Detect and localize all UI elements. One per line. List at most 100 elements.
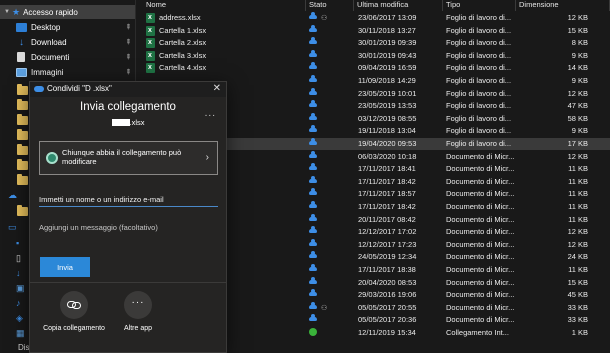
cloud-icon (309, 138, 317, 145)
file-row[interactable]: Cartella 1.xlsx 30/11/2018 13:27 Foglio di… (137, 24, 610, 37)
size-cell: 12 KB (567, 227, 588, 237)
cloud-icon (309, 112, 317, 120)
size-cell: 33 KB (567, 302, 588, 312)
column-headers: Nome Stato Ultima modifica Tipo Dimensio… (137, 0, 610, 11)
type-cell: Foglio di lavoro di... (446, 113, 512, 123)
file-name: Cartella 2.xlsx (159, 38, 207, 48)
modified-cell: 05/05/2017 20:55 (358, 302, 417, 312)
file-name-cell[interactable]: Cartella 4.xlsx (146, 62, 306, 74)
modified-cell: 17/11/2017 18:41 (358, 164, 416, 174)
computer-icon[interactable]: ▭ (8, 222, 17, 233)
send-button[interactable]: Invia (40, 257, 90, 277)
column-header-name[interactable]: Nome (143, 0, 306, 11)
size-cell: 24 KB (567, 252, 588, 262)
pin-icon[interactable]: ✎ (123, 67, 133, 77)
modified-cell: 12/11/2019 15:34 (358, 328, 416, 337)
desktop-icon[interactable]: ▪ (16, 238, 19, 248)
other-apps-button[interactable]: ··· Altre app (103, 291, 173, 332)
type-cell: Foglio di lavoro di... (446, 63, 512, 73)
modified-cell: 20/04/2020 08:53 (358, 277, 417, 287)
sync-status-cell (309, 49, 349, 62)
modified-cell: 23/05/2019 13:53 (358, 101, 417, 111)
nav-quick-access[interactable]: ▼ ★ Accesso rapido (0, 5, 135, 19)
modified-cell: 24/05/2019 12:34 (358, 252, 417, 262)
sync-status-cell (309, 327, 349, 339)
more-options-icon[interactable]: ... (205, 108, 216, 119)
modified-cell: 06/03/2020 10:18 (358, 151, 417, 161)
size-cell: 11 KB (568, 214, 588, 224)
folder-icon[interactable] (17, 144, 28, 155)
sync-status-cell (309, 100, 349, 112)
column-header-type[interactable]: Tipo (443, 0, 516, 11)
file-name: Cartella 3.xlsx (159, 50, 207, 60)
size-cell: 47 KB (567, 101, 588, 111)
column-header-modified[interactable]: Ultima modifica (354, 0, 443, 11)
folder-icon[interactable] (17, 174, 28, 185)
pictures-icon[interactable]: ▣ (16, 283, 25, 294)
type-cell: Documento di Micr... (446, 227, 514, 237)
nav-item-pictures[interactable]: Immagini ✎ (0, 65, 135, 79)
modified-cell: 23/06/2017 13:09 (358, 13, 417, 22)
file-row[interactable]: Cartella 4.xlsx 09/04/2019 16:59 Foglio di… (137, 62, 610, 74)
nav-item-download[interactable]: ↓ Download ✎ (0, 35, 135, 49)
music-icon[interactable]: ♪ (16, 298, 21, 308)
column-header-state[interactable]: Stato (306, 0, 354, 11)
cloud-icon (309, 49, 317, 57)
type-cell: Documento di Micr... (446, 252, 514, 262)
link-settings-button[interactable]: Chiunque abbia il collegamento può modif… (39, 141, 218, 175)
download-icon: ↓ (19, 36, 24, 48)
videos-icon[interactable]: ▦ (16, 328, 25, 339)
modified-cell: 12/12/2017 17:02 (358, 227, 417, 237)
sync-status-cell (309, 314, 349, 326)
file-name-cell[interactable]: address.xlsx (146, 12, 306, 24)
type-cell: Documento di Micr... (446, 151, 514, 161)
folder-icon[interactable] (17, 84, 28, 95)
modified-cell: 17/11/2017 18:42 (358, 176, 416, 186)
download-icon[interactable]: ↓ (16, 268, 21, 278)
copy-link-button[interactable]: Copia collegamento (39, 291, 109, 332)
file-row[interactable]: Cartella 2.xlsx 30/01/2019 09:39 Foglio di… (137, 37, 610, 49)
modified-cell: 29/03/2016 19:06 (358, 290, 417, 300)
nav-item-documents[interactable]: Documenti ✎ (0, 50, 135, 64)
file-row[interactable]: address.xlsx ⚇ 23/06/2017 13:09 Foglio di l… (137, 12, 610, 24)
chevron-down-icon[interactable]: ▼ (4, 9, 12, 15)
sync-status-cell (309, 175, 349, 188)
sync-status-cell (309, 264, 349, 276)
folder-icon[interactable] (17, 99, 28, 110)
type-cell: Collegamento Int... (446, 328, 509, 337)
documents-icon[interactable]: ▯ (16, 253, 21, 264)
dialog-heading: Invia collegamento (80, 101, 176, 113)
file-row[interactable]: Cartella 3.xlsx 30/01/2019 09:43 Foglio di… (137, 49, 610, 62)
type-cell: Foglio di lavoro di... (446, 76, 512, 85)
pin-icon[interactable]: ✎ (123, 22, 133, 32)
folder-icon[interactable] (17, 114, 28, 125)
pin-icon[interactable]: ✎ (123, 52, 133, 62)
size-cell: 9 KB (571, 76, 588, 85)
message-input[interactable] (39, 220, 218, 234)
file-name-cell[interactable]: Cartella 2.xlsx (146, 37, 306, 49)
folder-icon[interactable] (17, 205, 28, 216)
folder-icon[interactable] (17, 129, 28, 140)
sync-status-cell (309, 37, 349, 49)
nav-quick-access-label: Accesso rapido (23, 7, 78, 17)
pictures-icon (16, 67, 27, 77)
excel-file-icon (146, 62, 155, 74)
sync-status-cell: ⚇ (309, 301, 349, 314)
3d-objects-icon[interactable]: ◈ (16, 313, 23, 324)
cloud-icon (309, 251, 317, 259)
nav-item-desktop[interactable]: Desktop ✎ (0, 20, 135, 34)
pin-icon[interactable]: ✎ (123, 37, 133, 47)
size-cell: 9 KB (571, 126, 588, 136)
column-header-size[interactable]: Dimensione (516, 0, 610, 11)
file-name-cell[interactable]: Cartella 3.xlsx (146, 50, 306, 62)
folder-icon[interactable] (17, 159, 28, 170)
file-name-cell[interactable]: Cartella 1.xlsx (146, 25, 306, 37)
type-cell: Foglio di lavoro di... (446, 25, 512, 35)
sync-status-cell (309, 226, 349, 238)
recipient-input[interactable] (39, 192, 218, 207)
type-cell: Documento di Micr... (446, 290, 514, 300)
cloud-icon (309, 226, 317, 234)
link-permission-text: Chiunque abbia il collegamento può modif… (62, 148, 182, 166)
onedrive-icon[interactable]: ☁ (8, 190, 17, 201)
close-icon[interactable]: ✕ (213, 83, 221, 94)
